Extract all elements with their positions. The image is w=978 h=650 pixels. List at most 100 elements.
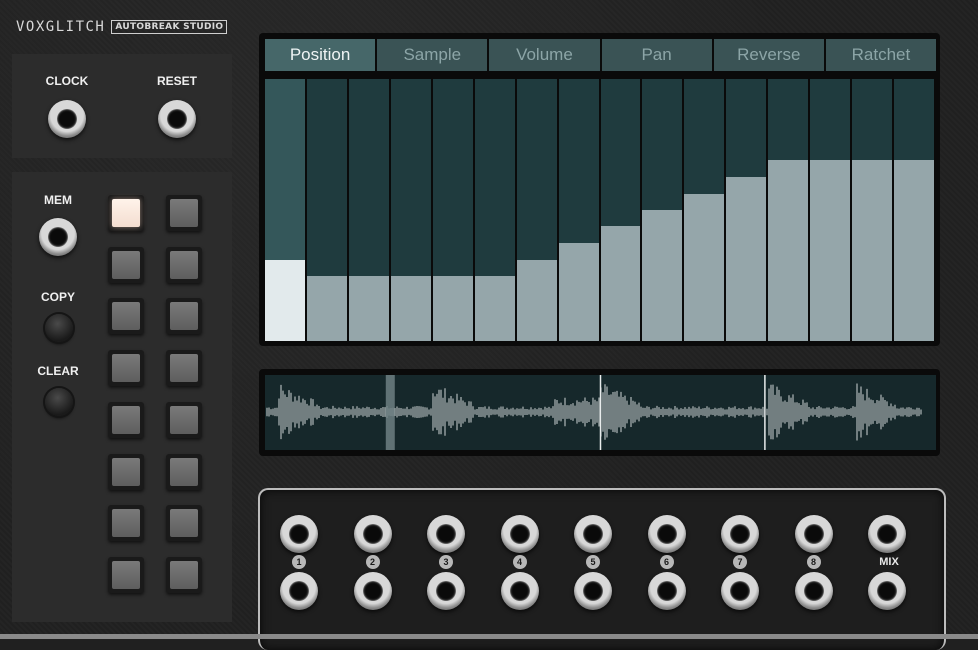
sequencer-step-5[interactable] (432, 79, 473, 341)
sequencer-step-2[interactable] (306, 79, 347, 341)
waveform-playhead (385, 375, 395, 450)
output-number-badge: 7 (733, 555, 747, 569)
memory-pad-8[interactable] (166, 350, 202, 387)
output-jack-bottom-1[interactable] (280, 572, 318, 610)
memory-pad-6[interactable] (166, 298, 202, 335)
sequencer-step-15[interactable] (852, 79, 893, 341)
output-number-badge: 8 (806, 555, 821, 569)
output-jack-top-6[interactable] (647, 515, 686, 553)
memory-pad-13[interactable] (108, 505, 144, 542)
memory-pad-4[interactable] (166, 246, 202, 283)
sequencer-steps (265, 79, 936, 341)
output-number-badge: 4 (512, 555, 527, 569)
step-value-bar (558, 242, 599, 341)
clock-input-jack[interactable] (48, 100, 86, 138)
reset-input-jack[interactable] (158, 100, 196, 138)
memory-pad-15[interactable] (108, 556, 144, 593)
sequencer-step-8[interactable] (558, 79, 599, 341)
mix-output-jack-bottom[interactable] (868, 572, 906, 610)
clock-label: CLOCK (45, 74, 89, 88)
step-value-bar (432, 275, 473, 341)
mem-label: MEM (44, 193, 72, 207)
output-jack-bottom-7[interactable] (721, 572, 759, 610)
sequencer-step-14[interactable] (810, 79, 851, 341)
tab-pan[interactable]: Pan (601, 39, 712, 71)
output-number-badge: 3 (439, 555, 453, 569)
output-jack-top-8[interactable] (794, 515, 833, 553)
output-jack-top-3[interactable] (427, 515, 465, 553)
memory-pad-1[interactable] (108, 195, 144, 231)
memory-pad-16[interactable] (166, 556, 202, 593)
sequencer-step-3[interactable] (348, 79, 389, 341)
output-number-badge: 6 (659, 555, 674, 569)
sequencer-step-9[interactable] (600, 79, 641, 341)
step-value-bar (265, 259, 305, 341)
memory-pad-9[interactable] (108, 401, 144, 438)
brand-name: VOXGLITCH (16, 19, 106, 35)
output-jack-top-1[interactable] (280, 515, 318, 553)
memory-pad-12[interactable] (166, 453, 202, 490)
copy-label: COPY (40, 290, 75, 304)
mix-output-jack-top[interactable] (868, 515, 906, 553)
waveform-svg (266, 375, 922, 450)
clear-label: CLEAR (37, 364, 79, 378)
sequencer-step-16[interactable] (894, 79, 934, 341)
sequencer-step-6[interactable] (474, 79, 515, 341)
output-number-badge: 2 (365, 555, 380, 569)
clear-button[interactable] (45, 388, 73, 416)
tab-volume[interactable]: Volume (489, 39, 600, 71)
sequencer-step-10[interactable] (642, 79, 683, 341)
outputs-section (258, 488, 946, 650)
step-value-bar (600, 225, 641, 341)
tab-sample[interactable]: Sample (377, 39, 488, 71)
output-jack-bottom-3[interactable] (427, 572, 465, 610)
step-value-bar (516, 259, 557, 341)
memory-pad-7[interactable] (108, 350, 144, 387)
output-jack-bottom-5[interactable] (574, 572, 612, 610)
product-name: AUTOBREAK STUDIO (111, 20, 228, 34)
tab-reverse[interactable]: Reverse (713, 39, 824, 71)
sequencer-step-7[interactable] (516, 79, 557, 341)
clock-section (12, 54, 232, 158)
output-jack-top-2[interactable] (353, 515, 392, 553)
step-value-bar (348, 275, 389, 341)
step-value-bar (852, 160, 893, 341)
memory-pad-3[interactable] (108, 246, 144, 283)
step-value-bar (642, 210, 683, 341)
memory-pad-2[interactable] (166, 195, 202, 231)
sequencer-step-13[interactable] (768, 79, 809, 341)
sequencer-step-4[interactable] (390, 79, 431, 341)
step-value-bar (474, 275, 515, 341)
sequencer-tabs: Position Sample Volume Pan Reverse Ratch… (265, 39, 937, 71)
tab-ratchet[interactable]: Ratchet (825, 39, 937, 71)
output-jack-bottom-8[interactable] (794, 572, 833, 610)
sequencer-step-1[interactable] (265, 79, 305, 341)
brand: VOXGLITCH AUTOBREAK STUDIO (16, 19, 228, 35)
memory-pad-11[interactable] (108, 453, 144, 490)
mem-input-jack[interactable] (39, 218, 77, 256)
waveform-display[interactable] (265, 375, 936, 450)
output-number-badge: 5 (586, 555, 600, 569)
mix-label: MIX (879, 556, 899, 568)
memory-pad-5[interactable] (108, 298, 144, 335)
output-jack-top-4[interactable] (500, 515, 539, 553)
sequencer-step-11[interactable] (684, 79, 725, 341)
output-jack-bottom-2[interactable] (353, 572, 392, 610)
sequencer-step-12[interactable] (726, 79, 767, 341)
output-jack-top-7[interactable] (721, 515, 759, 553)
step-value-bar (390, 275, 431, 341)
step-value-bar (768, 160, 809, 341)
step-value-bar (684, 194, 725, 341)
bottom-rule (0, 634, 978, 639)
reset-label: RESET (156, 74, 197, 88)
output-jack-bottom-6[interactable] (647, 572, 686, 610)
step-value-bar (726, 177, 767, 341)
output-jack-top-5[interactable] (574, 515, 612, 553)
memory-pad-14[interactable] (166, 505, 202, 542)
step-value-bar (306, 275, 347, 341)
memory-pad-10[interactable] (166, 401, 202, 438)
tab-position[interactable]: Position (265, 39, 376, 71)
output-jack-bottom-4[interactable] (500, 572, 539, 610)
output-number-badge: 1 (292, 555, 306, 569)
copy-button[interactable] (45, 314, 73, 342)
